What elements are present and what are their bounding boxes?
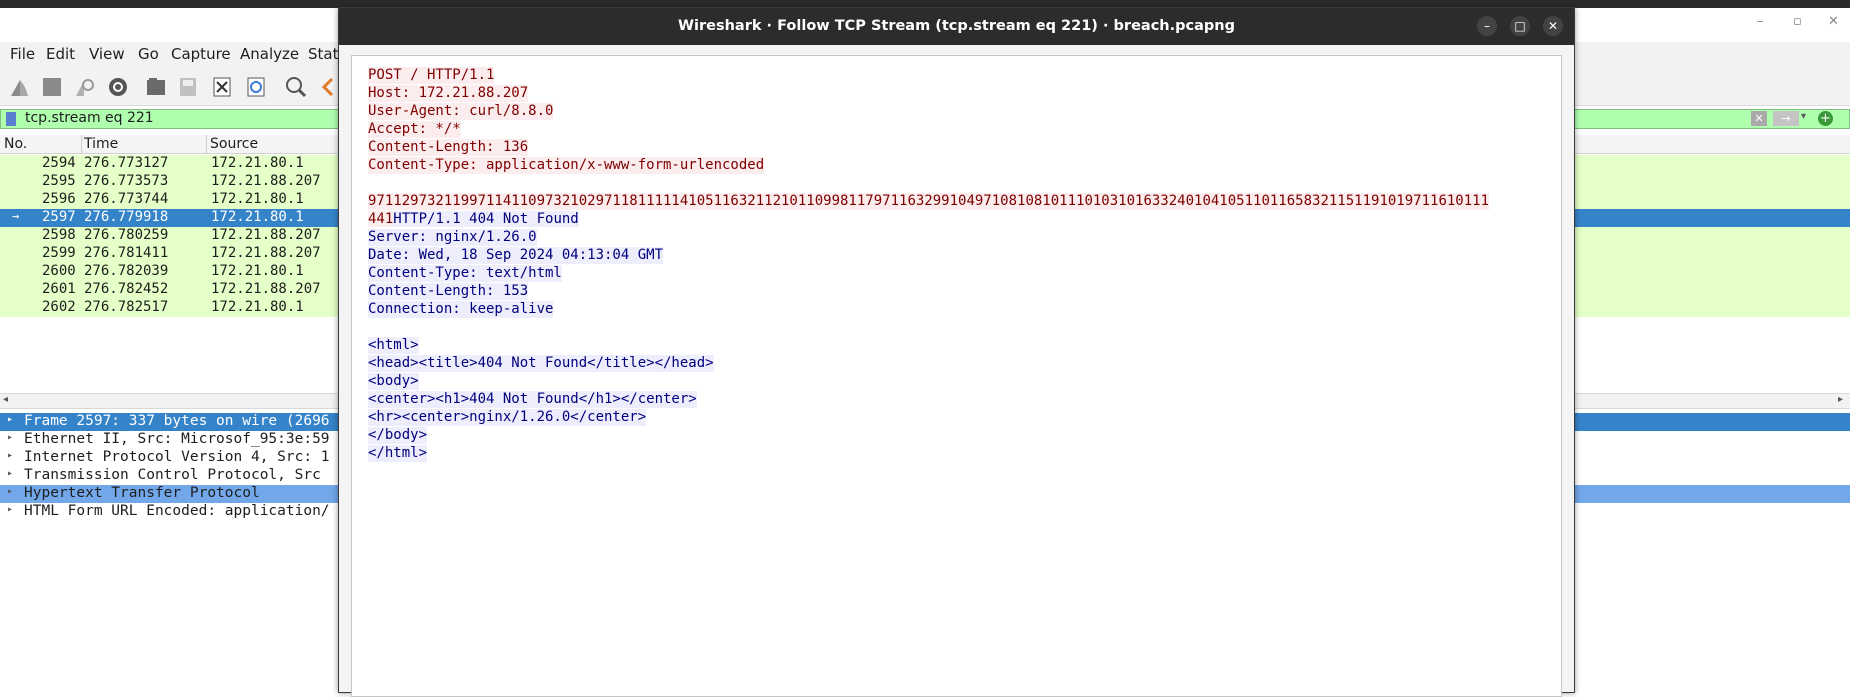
- expand-arrow-icon[interactable]: ▸: [7, 414, 13, 425]
- server-line: Content-Length: 153: [368, 283, 529, 300]
- detail-text: Frame 2597: 337 bytes on wire (2696: [24, 413, 330, 429]
- client-line: Host: 172.21.88.207: [368, 85, 529, 102]
- menu-go[interactable]: Go: [138, 45, 159, 63]
- mixed-line: 441HTTP/1.1 404 Not Found: [368, 211, 579, 228]
- restore-icon[interactable]: ▫: [1793, 14, 1802, 29]
- detail-text: Internet Protocol Version 4, Src: 1: [24, 449, 330, 465]
- dialog-title: Wireshark · Follow TCP Stream (tcp.strea…: [339, 8, 1574, 45]
- stop-capture-icon[interactable]: [40, 75, 64, 99]
- packet-source: 172.21.80.1: [211, 191, 304, 207]
- packet-time: 276.779918: [84, 209, 169, 225]
- packet-time: 276.782039: [84, 263, 169, 279]
- expand-arrow-icon[interactable]: ▸: [7, 486, 13, 497]
- packet-no: 2595: [42, 173, 76, 189]
- packet-no: 2596: [42, 191, 76, 207]
- packet-time: 276.773573: [84, 173, 169, 189]
- client-line: User-Agent: curl/8.8.0: [368, 103, 554, 120]
- stream-content[interactable]: POST / HTTP/1.1 Host: 172.21.88.207 User…: [351, 55, 1562, 697]
- bookmark-icon[interactable]: [6, 112, 16, 126]
- menu-analyze[interactable]: Analyze: [240, 45, 299, 63]
- follow-tcp-stream-dialog: Wireshark · Follow TCP Stream (tcp.strea…: [338, 7, 1575, 697]
- packet-source: 172.21.88.207: [211, 281, 321, 297]
- detail-text: Transmission Control Protocol, Src: [24, 467, 321, 483]
- find-packet-icon[interactable]: [284, 75, 308, 99]
- display-filter-input[interactable]: tcp.stream eq 221: [25, 110, 154, 126]
- packet-no: 2601: [42, 281, 76, 297]
- menu-capture[interactable]: Capture: [171, 45, 231, 63]
- packet-source: 172.21.88.207: [211, 227, 321, 243]
- packet-source: 172.21.80.1: [211, 263, 304, 279]
- detail-text: HTML Form URL Encoded: application/: [24, 503, 330, 519]
- shark-fin-icon[interactable]: [8, 75, 32, 99]
- column-time[interactable]: Time: [84, 136, 118, 152]
- server-line: Content-Type: text/html: [368, 265, 562, 282]
- packet-time: 276.781411: [84, 245, 169, 261]
- close-icon[interactable]: ✕: [1828, 14, 1839, 29]
- minimize-icon[interactable]: –: [1757, 14, 1764, 29]
- related-arrow-icon: →: [12, 209, 20, 223]
- scroll-left-icon[interactable]: ◂: [3, 394, 8, 405]
- packet-no: 2597: [42, 209, 76, 225]
- packet-source: 172.21.88.207: [211, 245, 321, 261]
- packet-source: 172.21.80.1: [211, 155, 304, 171]
- apply-filter-icon[interactable]: →: [1773, 111, 1799, 126]
- open-file-icon[interactable]: [144, 75, 168, 99]
- server-line: <center><h1>404 Not Found</h1></center>: [368, 391, 697, 408]
- packet-no: 2600: [42, 263, 76, 279]
- column-separator: [81, 135, 82, 153]
- server-line: Connection: keep-alive: [368, 301, 554, 318]
- capture-options-icon[interactable]: [106, 75, 130, 99]
- client-line: POST / HTTP/1.1: [368, 67, 495, 84]
- server-line: Server: nginx/1.26.0: [368, 229, 537, 246]
- column-separator: [206, 135, 207, 153]
- packet-no: 2594: [42, 155, 76, 171]
- dialog-maximize-button[interactable]: □: [1510, 16, 1530, 36]
- server-line: Date: Wed, 18 Sep 2024 04:13:04 GMT: [368, 247, 664, 264]
- clear-filter-icon[interactable]: ✕: [1751, 111, 1767, 126]
- server-line: <head><title>404 Not Found</title></head…: [368, 355, 714, 372]
- packet-time: 276.780259: [84, 227, 169, 243]
- server-line: HTTP/1.1 404 Not Found: [393, 211, 579, 227]
- client-line: Accept: */*: [368, 121, 461, 138]
- server-line: <body>: [368, 373, 419, 390]
- server-line: <html>: [368, 337, 419, 354]
- detail-text: Ethernet II, Src: Microsof_95:3e:59: [24, 431, 330, 447]
- close-file-icon[interactable]: [210, 75, 234, 99]
- menu-file[interactable]: File: [10, 45, 35, 63]
- client-line: Content-Length: 136: [368, 139, 529, 156]
- restart-capture-icon[interactable]: [72, 75, 96, 99]
- packet-source: 172.21.80.1: [211, 299, 304, 315]
- menu-edit[interactable]: Edit: [46, 45, 75, 63]
- expand-arrow-icon[interactable]: ▸: [7, 432, 13, 443]
- packet-time: 276.773127: [84, 155, 169, 171]
- packet-no: 2598: [42, 227, 76, 243]
- expand-arrow-icon[interactable]: ▸: [7, 504, 13, 515]
- scroll-right-icon[interactable]: ▸: [1838, 394, 1843, 405]
- column-source[interactable]: Source: [210, 136, 258, 152]
- filter-history-icon[interactable]: ▾: [1801, 111, 1806, 122]
- packet-time: 276.773744: [84, 191, 169, 207]
- server-line: </body>: [368, 427, 428, 444]
- packet-time: 276.782452: [84, 281, 169, 297]
- client-line: 9711297321199711411097321029711811111410…: [368, 193, 1490, 210]
- dialog-minimize-button[interactable]: –: [1477, 16, 1497, 36]
- menu-view[interactable]: View: [89, 45, 125, 63]
- client-line: Content-Type: application/x-www-form-url…: [368, 157, 765, 174]
- add-filter-button-icon[interactable]: +: [1818, 111, 1833, 126]
- expand-arrow-icon[interactable]: ▸: [7, 468, 13, 479]
- server-line: </html>: [368, 445, 428, 462]
- save-file-icon[interactable]: [176, 75, 200, 99]
- detail-text: Hypertext Transfer Protocol: [22, 485, 262, 501]
- client-fragment: 441: [368, 211, 394, 227]
- packet-no: 2602: [42, 299, 76, 315]
- packet-source: 172.21.88.207: [211, 173, 321, 189]
- server-line: <hr><center>nginx/1.26.0</center>: [368, 409, 647, 426]
- packet-source: 172.21.80.1: [211, 209, 304, 225]
- reload-file-icon[interactable]: [244, 75, 268, 99]
- packet-time: 276.782517: [84, 299, 169, 315]
- column-no[interactable]: No.: [4, 136, 27, 152]
- expand-arrow-icon[interactable]: ▸: [7, 450, 13, 461]
- packet-no: 2599: [42, 245, 76, 261]
- dialog-close-button[interactable]: ✕: [1543, 16, 1563, 36]
